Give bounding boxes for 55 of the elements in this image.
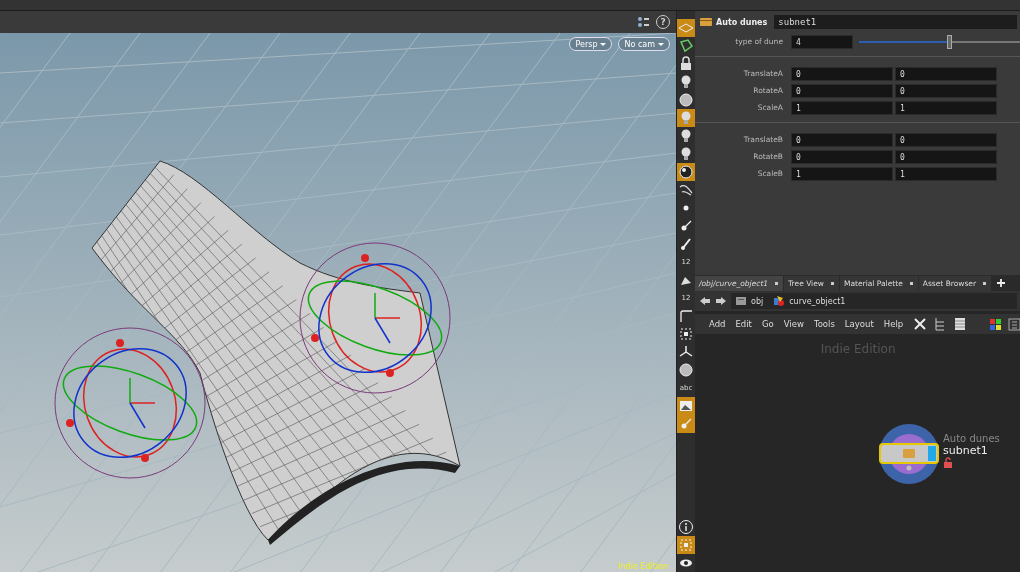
path-segment[interactable]: curve_object1 bbox=[773, 295, 846, 307]
cube-icon[interactable] bbox=[677, 37, 695, 55]
close-icon[interactable] bbox=[982, 280, 988, 286]
close-icon[interactable] bbox=[829, 280, 835, 286]
tools-icon[interactable] bbox=[913, 317, 928, 331]
node-name-label[interactable]: subnet1 bbox=[943, 444, 1000, 457]
edition-watermark: Indie Edition bbox=[618, 562, 668, 571]
parameter-field[interactable]: 4 bbox=[791, 34, 853, 49]
close-icon[interactable] bbox=[774, 280, 780, 286]
subnet-node-icon[interactable] bbox=[879, 424, 939, 484]
parameter-field[interactable]: 0 bbox=[895, 149, 997, 164]
caret-icon bbox=[600, 42, 607, 46]
curve-icon[interactable] bbox=[677, 307, 695, 325]
menu-item[interactable]: View bbox=[779, 319, 808, 329]
parameter-field[interactable]: 0 bbox=[895, 83, 997, 98]
camera-menu-button[interactable]: No cam bbox=[618, 37, 670, 51]
picture-icon[interactable] bbox=[677, 397, 695, 415]
parameter-field[interactable]: 0 bbox=[895, 132, 997, 147]
network-icon bbox=[735, 295, 747, 307]
camera-menu-button[interactable]: Persp bbox=[569, 37, 613, 51]
sphere-icon[interactable] bbox=[677, 91, 695, 109]
menu-item[interactable]: Help bbox=[879, 319, 908, 329]
subnet-icon bbox=[699, 15, 713, 29]
node-type-label: Auto dunes bbox=[716, 17, 768, 27]
menu-item[interactable]: Add bbox=[705, 319, 730, 329]
color-palette-icon[interactable] bbox=[989, 317, 1003, 331]
parameter-field[interactable]: 1 bbox=[791, 100, 893, 115]
menu-item[interactable]: Layout bbox=[840, 319, 878, 329]
sphere-icon[interactable] bbox=[677, 361, 695, 379]
parameter-field[interactable]: 0 bbox=[791, 66, 893, 81]
caret-icon bbox=[658, 42, 664, 46]
close-icon[interactable] bbox=[908, 280, 914, 286]
info-icon[interactable] bbox=[677, 518, 695, 536]
menu-item[interactable]: Go bbox=[757, 319, 778, 329]
forward-icon[interactable] bbox=[715, 296, 727, 306]
parameter-field[interactable]: 0 bbox=[895, 66, 997, 81]
back-icon[interactable] bbox=[699, 296, 711, 306]
node-name-field[interactable]: subnet1 bbox=[774, 15, 1018, 29]
object-icon bbox=[773, 295, 786, 307]
node-type-label: Auto dunes bbox=[943, 433, 1000, 444]
path-segment[interactable]: obj bbox=[735, 295, 764, 307]
slider-thumb[interactable] bbox=[946, 34, 952, 49]
menu-item[interactable]: Tools bbox=[809, 319, 839, 329]
display-options-icon[interactable] bbox=[636, 15, 650, 29]
parameter-field[interactable]: 1 bbox=[895, 166, 997, 181]
list-icon[interactable] bbox=[953, 317, 968, 331]
parameter-field[interactable]: 0 bbox=[791, 132, 893, 147]
parameter-field[interactable]: 1 bbox=[791, 166, 893, 181]
parameter-field[interactable]: 0 bbox=[791, 83, 893, 98]
unlocked-icon bbox=[943, 457, 953, 469]
add-tab-icon[interactable] bbox=[996, 278, 1007, 288]
parameter-field[interactable]: 0 bbox=[791, 149, 893, 164]
sphere-icon[interactable] bbox=[677, 163, 695, 181]
menu-item[interactable]: Edit bbox=[731, 319, 756, 329]
parameter-field[interactable]: 1 bbox=[895, 100, 997, 115]
